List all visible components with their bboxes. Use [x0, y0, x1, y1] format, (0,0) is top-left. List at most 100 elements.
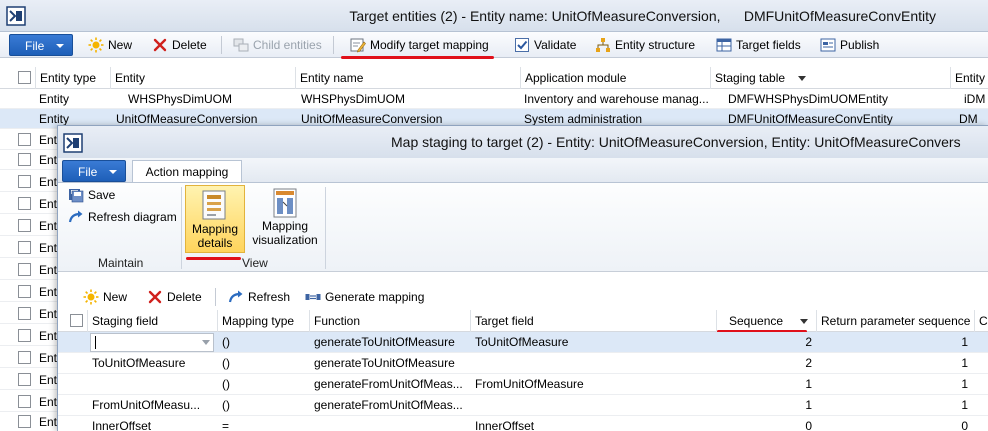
row-checkbox[interactable]	[18, 219, 31, 232]
column-header-target-field[interactable]: Target field	[470, 310, 716, 332]
cell-entity-type: Enti	[39, 415, 57, 429]
refresh-arrow-icon	[68, 210, 83, 223]
cell-application-module: Inventory and warehouse manag...	[524, 92, 709, 106]
file-label: File	[78, 165, 98, 179]
table-row[interactable]: InnerOffset = InnerOffset 0 0	[58, 416, 988, 431]
row-checkbox[interactable]	[18, 351, 31, 364]
staging-field-combobox[interactable]	[90, 333, 214, 352]
cell-mapping-type: =	[222, 419, 230, 431]
column-header-mapping-type[interactable]: Mapping type	[217, 310, 309, 332]
cell-entity-type: Enti	[39, 175, 57, 189]
column-header-return-parameter-sequence[interactable]: Return parameter sequence	[816, 310, 974, 332]
cell-return-parameter-sequence: 1	[961, 335, 968, 349]
delete-button[interactable]: Delete	[147, 286, 202, 308]
refresh-diagram-button[interactable]: Refresh diagram	[68, 209, 177, 225]
chevron-down-icon[interactable]	[202, 340, 210, 345]
row-checkbox[interactable]	[18, 133, 31, 146]
cell-entity-type: Enti	[39, 133, 57, 147]
delete-x-icon	[148, 290, 162, 304]
table-row[interactable]: FromUnitOfMeasu... () generateFromUnitOf…	[58, 395, 988, 416]
file-menu-button[interactable]: File	[9, 34, 73, 56]
column-header-entity-name[interactable]: Entity name	[295, 67, 520, 89]
cell-sequence: 0	[805, 419, 812, 431]
table-row[interactable]: Enti	[0, 172, 57, 192]
cell-return-parameter-sequence: 0	[961, 419, 968, 431]
refresh-label: Refresh	[248, 290, 291, 304]
modify-target-mapping-button[interactable]: Modify target mapping	[350, 34, 489, 56]
column-header-entity-2[interactable]: Entity	[950, 67, 988, 89]
cell-sequence: 2	[805, 335, 812, 349]
cell-return-parameter-sequence: 1	[961, 398, 968, 412]
table-row[interactable]: Enti	[0, 216, 57, 236]
table-row[interactable]: Enti	[0, 150, 57, 170]
child-entities-icon	[233, 38, 249, 52]
cell-entity-type: Enti	[39, 285, 57, 299]
row-checkbox[interactable]	[18, 415, 31, 428]
child-entities-button[interactable]: Child entities	[233, 34, 322, 56]
row-checkbox[interactable]	[18, 175, 31, 188]
target-fields-button[interactable]: Target fields	[716, 34, 801, 56]
new-button[interactable]: New	[83, 286, 127, 308]
cell-mapping-type: ()	[222, 377, 230, 391]
file-menu-button[interactable]: File	[62, 160, 126, 182]
publish-button[interactable]: Publish	[820, 34, 879, 56]
sort-desc-icon	[798, 76, 807, 82]
ribbon: Save Refresh diagram Maintain Mapping de…	[58, 182, 988, 272]
validate-button[interactable]: Validate	[514, 34, 576, 56]
table-row[interactable]: Enti	[0, 304, 57, 324]
column-header-sequence[interactable]: Sequence	[716, 310, 816, 332]
refresh-button[interactable]: Refresh	[228, 286, 290, 308]
table-row[interactable]: Enti	[0, 194, 57, 214]
table-row[interactable]: Enti	[0, 392, 57, 412]
table-row[interactable]: Enti	[0, 370, 57, 390]
table-row[interactable]: Enti	[0, 348, 57, 368]
table-row[interactable]: Enti	[0, 326, 57, 346]
column-header-function[interactable]: Function	[309, 310, 470, 332]
row-checkbox[interactable]	[18, 263, 31, 276]
table-row-selected[interactable]: () generateToUnitOfMeasure ToUnitOfMeasu…	[58, 332, 988, 353]
column-header-entity-type[interactable]: Entity type	[35, 67, 110, 89]
table-row[interactable]: Enti	[0, 238, 57, 258]
new-button[interactable]: New	[88, 34, 132, 56]
sequence-label: Sequence	[729, 314, 784, 328]
cell-mapping-type: ()	[222, 356, 230, 370]
row-checkbox[interactable]	[18, 153, 31, 166]
column-header-application-module[interactable]: Application module	[520, 67, 710, 89]
table-row[interactable]: Enti	[0, 282, 57, 302]
row-checkbox[interactable]	[18, 307, 31, 320]
save-icon	[69, 189, 84, 203]
column-header-entity[interactable]: Entity	[110, 67, 295, 89]
table-row[interactable]: Enti	[0, 412, 57, 431]
mapping-details-button[interactable]: Mapping details	[185, 185, 245, 253]
row-checkbox[interactable]	[18, 373, 31, 386]
mapping-details-label-1: Mapping	[191, 222, 239, 236]
ribbon-group-separator	[325, 187, 326, 269]
validate-label: Validate	[534, 38, 577, 52]
table-row[interactable]: ToUnitOfMeasure () generateToUnitOfMeasu…	[58, 353, 988, 374]
group-label-maintain: Maintain	[98, 256, 144, 270]
column-header-staging-table[interactable]: Staging table	[710, 67, 950, 89]
generate-mapping-button[interactable]: Generate mapping	[305, 286, 424, 308]
table-row[interactable]: Enti	[0, 130, 57, 150]
table-row[interactable]: Enti	[0, 260, 57, 280]
cell-entity-type: Enti	[39, 329, 57, 343]
table-row[interactable]: () generateFromUnitOfMeas... FromUnitOfM…	[58, 374, 988, 395]
row-checkbox[interactable]	[18, 395, 31, 408]
mapping-visualization-button[interactable]: Mapping visualization	[250, 187, 320, 253]
entity-structure-button[interactable]: Entity structure	[595, 34, 695, 56]
column-header-staging-field[interactable]: Staging field	[87, 310, 217, 332]
column-header-c[interactable]: C	[974, 310, 988, 332]
table-row[interactable]: Entity WHSPhysDimUOM WHSPhysDimUOM Inven…	[0, 89, 988, 109]
select-all-checkbox[interactable]	[70, 314, 83, 327]
row-checkbox[interactable]	[18, 241, 31, 254]
staging-table-label: Staging table	[715, 71, 786, 85]
tab-action-mapping[interactable]: Action mapping	[132, 160, 242, 183]
cell-entity: WHSPhysDimUOM	[128, 92, 232, 106]
row-checkbox[interactable]	[18, 285, 31, 298]
select-all-checkbox[interactable]	[18, 71, 31, 84]
delete-button[interactable]: Delete	[152, 34, 207, 56]
save-button[interactable]: Save	[68, 187, 115, 203]
row-checkbox[interactable]	[18, 197, 31, 210]
entity-structure-label: Entity structure	[615, 38, 696, 52]
row-checkbox[interactable]	[18, 329, 31, 342]
